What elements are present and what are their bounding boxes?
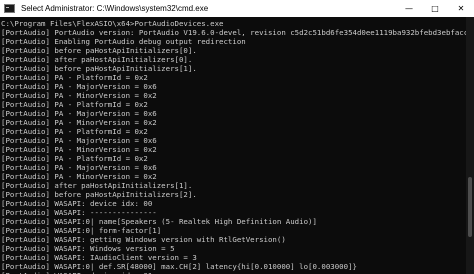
console-line: [PortAudio] PA - PlatformId = 0x2 (1, 73, 148, 82)
console-line: [PortAudio] PA - MinorVersion = 0x2 (1, 118, 157, 127)
close-icon[interactable]: ✕ (448, 0, 474, 17)
title-bar[interactable]: Select Administrator: C:\Windows\system3… (0, 0, 474, 17)
console-line: [PortAudio] before paHostApiInitializers… (1, 64, 197, 73)
console-line: [PortAudio] WASAPI:0| def.SR[48000] max.… (1, 262, 357, 271)
console-line: [PortAudio] PA - PlatformId = 0x2 (1, 100, 148, 109)
console-line: [PortAudio] PA - PlatformId = 0x2 (1, 127, 148, 136)
console-line: [PortAudio] after paHostApiInitializers[… (1, 55, 193, 64)
maximize-icon[interactable]: □ (422, 0, 448, 17)
cmd-window: Select Administrator: C:\Windows\system3… (0, 0, 474, 274)
console-line: [PortAudio] PA - MajorVersion = 0x6 (1, 82, 157, 91)
console-line: [PortAudio] PA - MinorVersion = 0x2 (1, 91, 157, 100)
console-line: [PortAudio] WASAPI: getting Windows vers… (1, 235, 286, 244)
vertical-scrollbar[interactable] (466, 17, 474, 274)
minimize-icon[interactable]: — (396, 0, 422, 17)
console-line: [PortAudio] WASAPI: --------------- (1, 208, 157, 217)
console-line: [PortAudio] PA - MinorVersion = 0x2 (1, 172, 157, 181)
console-line: [PortAudio] WASAPI: Windows version = 5 (1, 244, 175, 253)
console-line: [PortAudio] PA - PlatformId = 0x2 (1, 154, 148, 163)
console-line: [PortAudio] before paHostApiInitializers… (1, 46, 197, 55)
console-line: [PortAudio] Enabling PortAudio debug out… (1, 37, 246, 46)
console-line: [PortAudio] WASAPI: IAudioClient version… (1, 253, 197, 262)
cmd-icon[interactable] (4, 4, 15, 13)
console-line: [PortAudio] PortAudio version: PortAudio… (1, 28, 466, 37)
window-title: Select Administrator: C:\Windows\system3… (21, 4, 209, 13)
console-line: [PortAudio] PA - MinorVersion = 0x2 (1, 145, 157, 154)
console-line: [PortAudio] PA - MajorVersion = 0x6 (1, 109, 157, 118)
console-line: C:\Program Files\FlexASIO\x64>PortAudioD… (1, 19, 224, 28)
console-line: [PortAudio] WASAPI: device idx: 00 (1, 199, 153, 208)
console-line: [PortAudio] after paHostApiInitializers[… (1, 181, 193, 190)
scrollbar-thumb[interactable] (468, 177, 472, 237)
console-line: [PortAudio] PA - MajorVersion = 0x6 (1, 136, 157, 145)
console-line: [PortAudio] WASAPI:0| name[Speakers (5- … (1, 217, 317, 226)
console-line: [PortAudio] WASAPI:0| form-factor[1] (1, 226, 162, 235)
console-line: [PortAudio] PA - MajorVersion = 0x6 (1, 163, 157, 172)
console-line: [PortAudio] before paHostApiInitializers… (1, 190, 197, 199)
window-controls: — □ ✕ (396, 0, 474, 17)
console-output[interactable]: C:\Program Files\FlexASIO\x64>PortAudioD… (0, 19, 466, 274)
